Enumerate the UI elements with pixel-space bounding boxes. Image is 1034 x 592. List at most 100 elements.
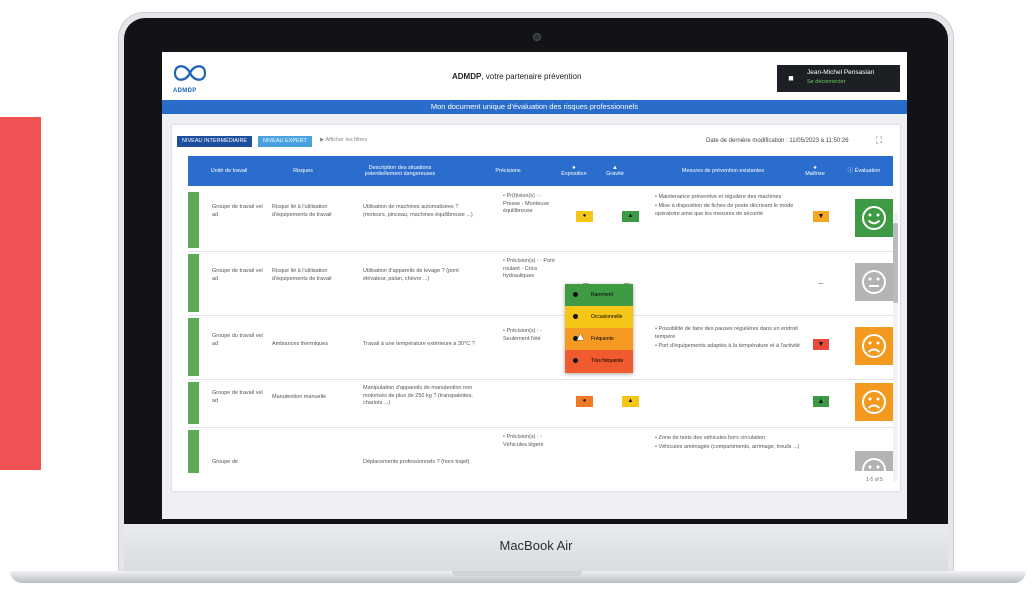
- page-title: ADMDP, votre partenaire prévention: [452, 72, 581, 81]
- description-cell: Utilisation de machines automatisées ? (…: [363, 204, 473, 218]
- dropdown-option-very-frequent[interactable]: Très fréquente: [565, 350, 633, 373]
- fullscreen-icon[interactable]: ⛶: [876, 135, 882, 146]
- measure-item: • Mise à disposition de fiches de poste …: [655, 203, 794, 217]
- col-exposure[interactable]: ● Exposition: [556, 156, 592, 186]
- filters-label: Afficher les filtres: [325, 137, 368, 143]
- page-banner: Mon document unique d’évaluation des ris…: [162, 100, 907, 114]
- col-mastery[interactable]: ● Maîtrise: [798, 156, 832, 186]
- measure-item: • Zone de tests des véhicules hors circu…: [655, 435, 766, 441]
- option-label: Fréquente: [591, 336, 614, 342]
- risk-cell: Risque lié à l'utilisation d'équipements…: [272, 268, 332, 282]
- evaluation-badge[interactable]: [855, 327, 893, 365]
- clock-icon: [573, 314, 578, 319]
- clock-icon: ●: [582, 398, 587, 404]
- col-risks[interactable]: Risques: [268, 156, 338, 186]
- tab-level-intermediate[interactable]: NIVEAU INTERMÉDIAIRE: [177, 136, 253, 147]
- col-evaluation[interactable]: ⓘ Évaluation: [838, 156, 890, 186]
- drag-handle[interactable]: [188, 254, 199, 312]
- thumbs-down-icon: ▼: [817, 341, 825, 348]
- unit-cell: Groupe de travail vel ad: [212, 204, 263, 218]
- evaluation-badge[interactable]: [855, 451, 893, 471]
- col-unit[interactable]: Unité de travail: [200, 156, 258, 186]
- risk-cell: Risque lié à l'utilisation d'équipements…: [272, 204, 332, 218]
- exposure-button[interactable]: ●: [576, 211, 593, 222]
- mastery-button[interactable]: ▼: [813, 211, 829, 222]
- risk-cell: Manutention manuelle: [272, 394, 327, 400]
- thumbs-down-icon: ▼: [817, 213, 825, 220]
- table-row[interactable]: Groupe de travail vel ad Risque lié à l'…: [188, 189, 893, 252]
- col-mastery-label: Maîtrise: [805, 171, 825, 177]
- happy-face-icon: [855, 199, 893, 237]
- dropdown-option-rarely[interactable]: Rarement: [565, 284, 633, 306]
- evaluation-badge[interactable]: [855, 199, 893, 237]
- pagination: 1-5 of 5: [866, 477, 883, 483]
- drag-handle[interactable]: [188, 382, 199, 424]
- mastery-button[interactable]: ▲: [813, 396, 829, 407]
- thumbs-up-icon: ▲: [817, 398, 825, 405]
- col-severity[interactable]: ▲ Gravité: [600, 156, 630, 186]
- device-label: MacBook Air: [499, 538, 573, 553]
- col-description[interactable]: Description des situations potentielleme…: [350, 156, 450, 186]
- show-filters-button[interactable]: ▶ Afficher les filtres: [320, 137, 367, 143]
- scroll-thumb[interactable]: [893, 223, 898, 303]
- precision-cell: • Pr(t)ision(s) : - Presse - Monteuse éq…: [503, 193, 550, 214]
- precision-cell: • Précision(s) : - Véhicules légers: [503, 434, 544, 448]
- table-row[interactable]: Groupe de Déplacements professionnels ? …: [188, 427, 893, 473]
- decorative-red-block: [0, 117, 41, 470]
- risk-cell: Ambiances thermiques: [272, 341, 328, 347]
- measure-item: • Véhicules aménagés (compartiments, arr…: [655, 444, 800, 450]
- table-header: Unité de travail Risques Description des…: [188, 156, 893, 186]
- info-icon: ⓘ: [847, 167, 855, 174]
- alert-icon: ▲: [627, 213, 634, 219]
- assessment-card: NIVEAU INTERMÉDIAIRE NIVEAU EXPERT ▶ Aff…: [172, 125, 900, 491]
- drag-handle[interactable]: [188, 430, 199, 473]
- tagline-text: , votre partenaire prévention: [481, 72, 582, 81]
- col-measures[interactable]: Mesures de prévention existantes: [658, 156, 788, 186]
- sad-face-icon: [855, 327, 893, 365]
- severity-button[interactable]: ▲: [622, 211, 639, 222]
- table-row[interactable]: Groupe du travail vel ad Ambiances therm…: [188, 315, 893, 380]
- app-screen: ADMDP ADMDP, votre partenaire prévention…: [162, 52, 907, 519]
- logout-link[interactable]: Se déconnecter: [807, 79, 846, 85]
- user-icon: ■: [788, 73, 794, 83]
- unit-cell: Groupe du travail vel ad: [212, 333, 263, 347]
- description-cell: Travail à une température extérieure à 3…: [363, 341, 475, 347]
- table-scrollbar[interactable]: [893, 213, 898, 481]
- col-precision[interactable]: Précisions: [478, 156, 538, 186]
- user-menu[interactable]: ■ Jean-Michel Pensasian Se déconnecter: [777, 65, 900, 92]
- drag-handle[interactable]: [188, 192, 199, 248]
- exposure-button[interactable]: ●: [576, 396, 593, 407]
- severity-button[interactable]: ▲: [622, 396, 639, 407]
- table-row[interactable]: Groupe de travail vel ad Risque lié à l'…: [188, 251, 893, 316]
- mastery-empty[interactable]: —: [818, 281, 828, 289]
- evaluation-badge[interactable]: [855, 383, 893, 421]
- clock-icon: [573, 292, 578, 297]
- tab-level-expert[interactable]: NIVEAU EXPERT: [258, 136, 312, 147]
- clock-icon: ●: [582, 213, 587, 219]
- exposure-dropdown[interactable]: Rarement Occasionnelle Fréquente Très fr…: [565, 284, 633, 373]
- top-bar: ADMDP ADMDP, votre partenaire prévention…: [162, 52, 907, 100]
- evaluation-badge[interactable]: [855, 263, 893, 301]
- mastery-button[interactable]: ▼: [813, 339, 829, 350]
- user-name: Jean-Michel Pensasian: [807, 69, 875, 76]
- option-label: Occasionnelle: [591, 314, 623, 320]
- neutral-face-icon: [855, 263, 893, 301]
- unit-cell: Groupe de: [212, 459, 238, 465]
- unit-cell: Groupe de travail vel ad: [212, 390, 263, 404]
- sad-face-icon: [855, 383, 893, 421]
- neutral-face-icon: [855, 451, 893, 471]
- measure-item: • Port d'équipements adaptés à la tempér…: [655, 343, 800, 349]
- unit-cell: Groupe de travail vel ad: [212, 268, 263, 282]
- description-cell: Manipulation d'appareils de manutention …: [363, 385, 473, 406]
- last-modified: Date de dernière modification : 11/05/20…: [706, 138, 849, 144]
- description-cell: Déplacements professionnels ? (hors traj…: [363, 459, 470, 465]
- drag-handle[interactable]: [188, 318, 199, 376]
- clock-icon: [573, 358, 578, 363]
- tagline-brand: ADMDP: [452, 72, 482, 81]
- measure-item: • Possibilité de faire des pauses réguli…: [655, 326, 798, 340]
- dropdown-option-occasional[interactable]: Occasionnelle: [565, 306, 633, 328]
- col-severity-label: Gravité: [606, 171, 624, 177]
- precision-cell: • Précision(s) : - Pont roulant - Crics …: [503, 258, 555, 279]
- alert-icon: ▲: [627, 398, 634, 404]
- table-row[interactable]: Groupe de travail vel ad Manutention man…: [188, 379, 893, 428]
